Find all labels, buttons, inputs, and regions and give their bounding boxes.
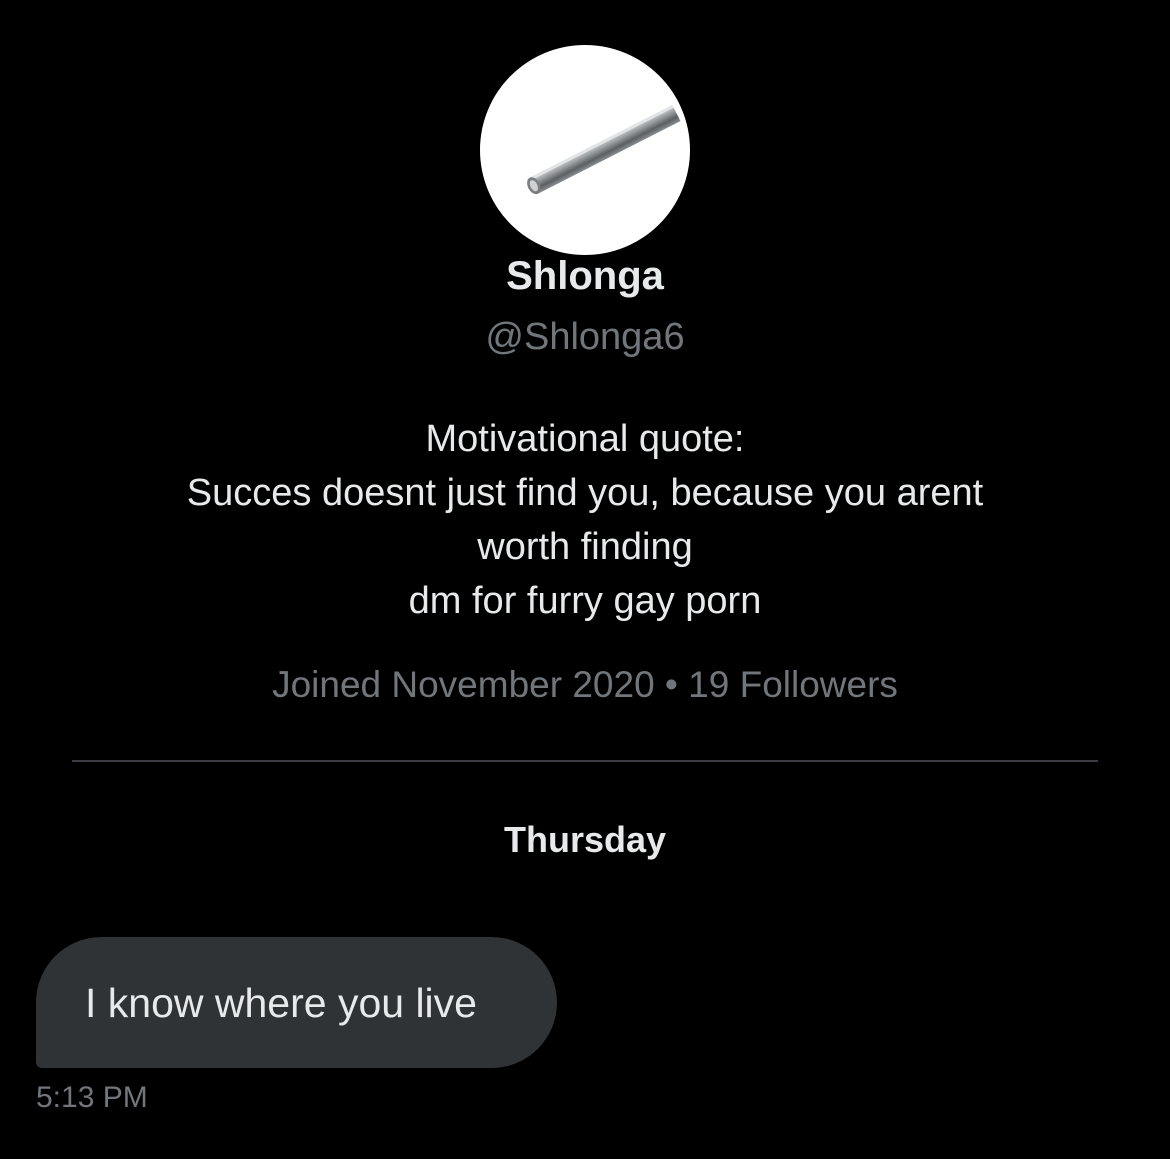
avatar[interactable] xyxy=(480,45,690,255)
profile-handle[interactable]: @Shlonga6 xyxy=(0,312,1170,362)
bio-line: dm for furry gay porn xyxy=(408,580,762,622)
bio-line: worth finding xyxy=(477,526,693,568)
message-text: I know where you live xyxy=(85,979,477,1026)
bio-line: Motivational quote: xyxy=(425,418,745,460)
message-timestamp: 5:13 PM xyxy=(36,1081,148,1114)
message-bubble[interactable]: I know where you live xyxy=(36,937,557,1068)
profile-display-name[interactable]: Shlonga xyxy=(0,250,1170,302)
profile-bio: Motivational quote: Succes doesnt just f… xyxy=(60,412,1110,628)
date-separator: Thursday xyxy=(503,819,667,860)
bio-line: Succes doesnt just find you, because you… xyxy=(186,472,984,514)
metal-pipe-avatar-icon xyxy=(527,105,681,195)
profile-meta: Joined November 2020 • 19 Followers xyxy=(272,664,898,705)
divider xyxy=(72,760,1098,762)
